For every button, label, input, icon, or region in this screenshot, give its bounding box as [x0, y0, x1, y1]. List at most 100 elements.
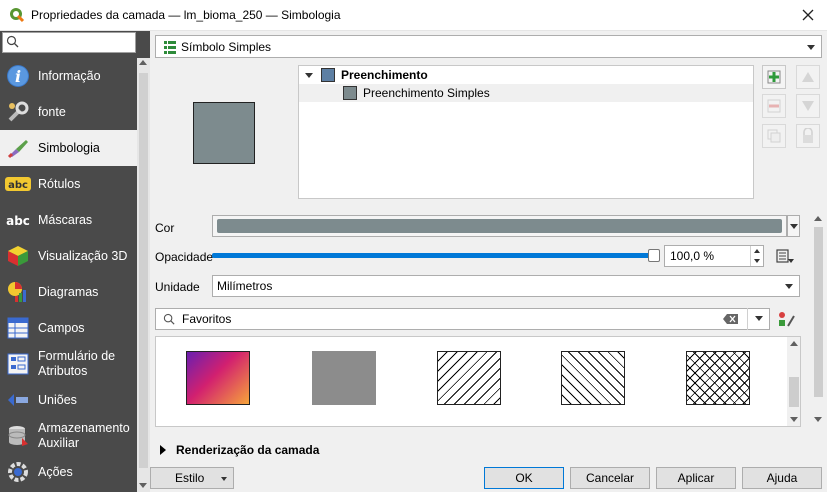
- unit-select[interactable]: Milímetros: [212, 275, 800, 297]
- close-icon: [802, 9, 814, 21]
- expand-arrow-icon: [160, 445, 166, 455]
- triangle-down-icon: [802, 101, 814, 111]
- ok-button[interactable]: OK: [484, 467, 564, 489]
- source-wrench-icon: [5, 99, 31, 125]
- opacity-slider[interactable]: [212, 253, 652, 258]
- data-defined-override-button[interactable]: [772, 245, 798, 267]
- gallery-caption: ...: [588, 420, 598, 427]
- layer-rendering-label: Renderização da camada: [176, 443, 320, 457]
- form-icon: [5, 351, 31, 377]
- sidebar-scrollbar[interactable]: [137, 58, 150, 492]
- sidebar-item-visualizacao-3d[interactable]: Visualização 3D: [0, 238, 137, 274]
- gallery-item-hatch-forward[interactable]: ...: [437, 351, 501, 426]
- layer-rendering-section[interactable]: Renderização da camada: [160, 443, 319, 457]
- style-button[interactable]: Estilo: [150, 467, 234, 489]
- symbol-search-value: Favoritos: [182, 312, 232, 326]
- gallery-item-gradient[interactable]: ...: [186, 351, 250, 426]
- symbol-gallery: ... ... ... ... ...: [155, 336, 801, 427]
- cancel-button-label: Cancelar: [585, 471, 635, 485]
- sidebar-item-acoes[interactable]: Ações: [0, 454, 137, 490]
- sidebar-item-label: Campos: [38, 321, 85, 335]
- sidebar-item-rotulos[interactable]: abc Rótulos: [0, 166, 137, 202]
- sidebar-item-mascaras[interactable]: abc Máscaras: [0, 202, 137, 238]
- clear-icon[interactable]: [723, 313, 739, 325]
- sidebar-item-fonte[interactable]: fonte: [0, 94, 137, 130]
- triangle-up-icon: [802, 72, 814, 82]
- symbology-panel: Símbolo Simples Preenchimento Preenchime…: [150, 31, 827, 492]
- symbol-search-input[interactable]: Favoritos: [155, 308, 770, 330]
- sidebar-item-label: Formulário de Atributos: [38, 349, 116, 378]
- help-button-label: Ajuda: [766, 471, 798, 485]
- lock-layer-button[interactable]: [796, 124, 820, 148]
- tree-root-label: Preenchimento: [341, 68, 428, 82]
- paintbrush-icon: [5, 135, 31, 161]
- simple-fill-swatch: [343, 86, 357, 100]
- svg-text:abc: abc: [6, 214, 30, 228]
- cancel-button[interactable]: Cancelar: [570, 467, 650, 489]
- tree-child-label: Preenchimento Simples: [363, 86, 490, 100]
- gallery-caption: ...: [464, 420, 474, 427]
- title-bar: Propriedades da camada — lm_bioma_250 — …: [0, 0, 827, 31]
- symbol-preview: [193, 102, 255, 164]
- sidebar-item-label: Uniões: [38, 393, 77, 407]
- sidebar-item-label: Diagramas: [38, 285, 99, 299]
- info-icon: i: [5, 63, 31, 89]
- chevron-down-icon: [221, 477, 227, 481]
- opacity-value: 100,0 %: [670, 249, 715, 263]
- renderer-type-select[interactable]: Símbolo Simples: [155, 35, 822, 58]
- sidebar-search-input[interactable]: [2, 32, 136, 53]
- ok-button-label: OK: [515, 471, 533, 485]
- color-picker-button[interactable]: [212, 215, 787, 237]
- sidebar-item-diagramas[interactable]: Diagramas: [0, 274, 137, 310]
- svg-text:i: i: [15, 67, 21, 86]
- lock-icon: [803, 128, 813, 143]
- remove-layer-button[interactable]: [762, 94, 786, 118]
- svg-text:abc: abc: [8, 180, 28, 191]
- sidebar-item-campos[interactable]: Campos: [0, 310, 137, 346]
- color-menu-button[interactable]: [787, 215, 800, 237]
- opacity-slider-handle[interactable]: [648, 249, 660, 262]
- sidebar-item-label: Máscaras: [38, 213, 93, 227]
- sidebar-item-label: Rótulos: [38, 177, 81, 191]
- sidebar-item-label: Simbologia: [38, 141, 100, 155]
- gallery-item-solid[interactable]: ...: [312, 351, 376, 426]
- symbol-group-dropdown[interactable]: [747, 308, 770, 330]
- duplicate-icon: [767, 129, 781, 143]
- single-symbol-icon: [164, 40, 176, 54]
- sidebar-item-armazenamento[interactable]: Armazenamento Auxiliar: [0, 418, 137, 454]
- opacity-spinbox[interactable]: 100,0 %: [664, 245, 764, 267]
- sidebar-item-unioes[interactable]: Uniões: [0, 382, 137, 418]
- tree-row-fill[interactable]: Preenchimento: [299, 66, 753, 84]
- duplicate-layer-button[interactable]: [762, 124, 786, 148]
- sidebar-item-simbologia[interactable]: Simbologia: [0, 130, 137, 166]
- help-button[interactable]: Ajuda: [742, 467, 822, 489]
- apply-button[interactable]: Aplicar: [656, 467, 736, 489]
- sidebar-item-label: Visualização 3D: [38, 249, 128, 263]
- style-manager-icon[interactable]: [776, 310, 796, 330]
- plus-icon: [767, 70, 781, 84]
- data-defined-icon: [776, 249, 794, 263]
- add-layer-button[interactable]: [762, 65, 786, 89]
- gallery-item-hatch-cross[interactable]: ...: [686, 351, 750, 426]
- symbol-layer-tree: Preenchimento Preenchimento Simples: [298, 65, 754, 199]
- gallery-scrollbar[interactable]: [787, 337, 800, 426]
- gallery-item-hatch-back[interactable]: ...: [561, 351, 625, 426]
- sidebar-item-label: Informação: [38, 69, 101, 83]
- renderer-type-value: Símbolo Simples: [181, 39, 272, 54]
- move-down-button[interactable]: [796, 94, 820, 118]
- search-icon: [163, 313, 175, 325]
- sidebar-item-label: Ações: [38, 465, 73, 479]
- fields-icon: [5, 315, 31, 341]
- sidebar-item-formulario[interactable]: Formulário de Atributos: [0, 346, 137, 382]
- sidebar-item-informacao[interactable]: i Informação: [0, 58, 137, 94]
- joins-icon: [5, 387, 31, 413]
- expand-arrow-icon[interactable]: [305, 72, 313, 78]
- tree-row-simple-fill[interactable]: Preenchimento Simples: [299, 84, 753, 102]
- diagram-icon: [5, 279, 31, 305]
- close-button[interactable]: [797, 4, 819, 26]
- properties-scrollbar[interactable]: [812, 213, 825, 425]
- sidebar: i Informação fonte Simbologia abc Rótulo…: [0, 31, 150, 492]
- move-up-button[interactable]: [796, 65, 820, 89]
- gallery-caption: ...: [713, 420, 723, 427]
- unit-value: Milímetros: [217, 279, 273, 293]
